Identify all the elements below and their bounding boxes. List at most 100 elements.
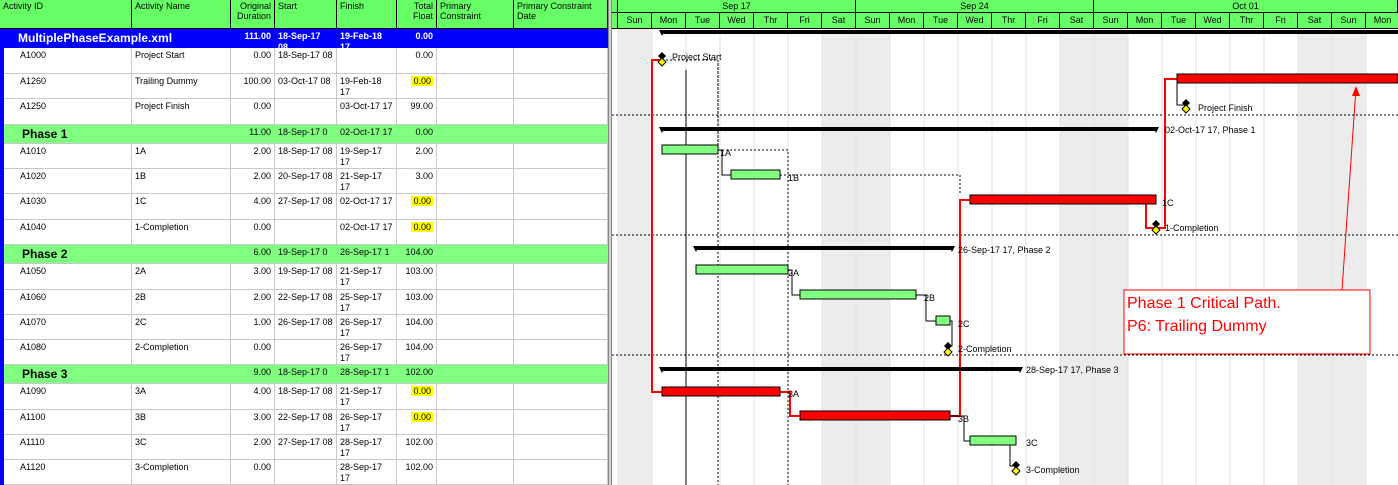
col-header-primary-constraint[interactable]: Primary Constraint bbox=[437, 0, 514, 29]
weekend-shade bbox=[1094, 29, 1128, 485]
cell-primary-constraint bbox=[437, 144, 514, 168]
cell-start: 27-Sep-17 08 bbox=[275, 435, 337, 459]
table-row[interactable]: A1020 1B 2.00 20-Sep-17 08 21-Sep-17 17 3.00 bbox=[0, 169, 608, 194]
cell-activity-id: A1040 bbox=[4, 220, 132, 244]
table-row[interactable]: A1250 Project Finish 0.00 03-Oct-17 17 99.00 bbox=[0, 99, 608, 125]
timescale-day: Fri bbox=[1264, 13, 1298, 29]
table-row[interactable]: A1060 2B 2.00 22-Sep-17 08 25-Sep-17 17 103.0… bbox=[0, 290, 608, 315]
col-header-primary-constraint-date[interactable]: Primary Constraint Date bbox=[514, 0, 608, 29]
bar-label: 2A bbox=[788, 268, 799, 278]
table-row[interactable]: A1050 2A 3.00 19-Sep-17 08 21-Sep-17 17 103.0… bbox=[0, 264, 608, 290]
bar-label: Project Finish bbox=[1198, 103, 1253, 113]
cell-primary-constraint-date bbox=[514, 29, 608, 48]
cell-start: 18-Sep-17 0 bbox=[278, 367, 328, 377]
bar-3b bbox=[799, 410, 951, 421]
cell-duration: 2.00 bbox=[231, 169, 275, 193]
cell-finish: 02-Oct-17 17 bbox=[337, 194, 397, 219]
cell-activity-id: A1090 bbox=[4, 384, 132, 409]
cell-activity-id: A1010 bbox=[4, 144, 132, 168]
table-row[interactable]: A1010 1A 2.00 18-Sep-17 08 19-Sep-17 17 2.00 bbox=[0, 144, 608, 169]
float-highlight: 0.00 bbox=[411, 412, 433, 422]
table-row[interactable]: A1100 3B 3.00 22-Sep-17 08 26-Sep-17 17 0.00 bbox=[0, 410, 608, 435]
cell-duration: 4.00 bbox=[231, 194, 275, 219]
cell-activity-name: 2B bbox=[132, 290, 231, 314]
gantt-canvas: Project Start Project Finish 02-Oct-17 17,… bbox=[612, 29, 1398, 485]
cell-activity-id: A1100 bbox=[4, 410, 132, 434]
wbs-row[interactable]: Phase 1 11.00 18-Sep-17 0 02-Oct-17 17 0.00 bbox=[0, 125, 608, 144]
bar-label: 3-Completion bbox=[1026, 465, 1080, 475]
cell-activity-name: Project Start bbox=[132, 48, 231, 73]
col-header-total-float[interactable]: Total Float bbox=[397, 0, 437, 29]
bar-label: 2-Completion bbox=[958, 344, 1012, 354]
cell-duration: 9.00 bbox=[253, 367, 271, 377]
bar-label: 1C bbox=[1162, 198, 1174, 208]
cell-activity-id: A1050 bbox=[4, 264, 132, 289]
cell-duration: 2.00 bbox=[231, 290, 275, 314]
table-row[interactable]: A1070 2C 1.00 26-Sep-17 08 26-Sep-17 17 104.0… bbox=[0, 315, 608, 340]
col-header-activity-id[interactable]: Activity ID bbox=[0, 0, 132, 29]
cell-activity-id: A1080 bbox=[4, 340, 132, 364]
cell-primary-constraint bbox=[437, 290, 514, 314]
cell-finish: 03-Oct-17 17 bbox=[337, 99, 397, 124]
table-row[interactable]: A1000 Project Start 0.00 18-Sep-17 08 0.00 bbox=[0, 48, 608, 74]
milestone-3-completion-lower bbox=[1011, 466, 1021, 476]
timescale-day: Sun bbox=[618, 13, 652, 29]
bar-label: 2B bbox=[924, 293, 935, 303]
activity-table: Activity ID Activity Name Original Durat… bbox=[0, 0, 608, 485]
weekend-shade bbox=[618, 29, 652, 485]
cell-total-float: 104.00 bbox=[397, 340, 437, 364]
project-row[interactable]: MultiplePhaseExample.xml 111.00 18-Sep-17 … bbox=[0, 29, 608, 48]
bar-label: 1A bbox=[720, 148, 731, 158]
bar-label: 3A bbox=[788, 389, 799, 399]
col-header-start[interactable]: Start bbox=[275, 0, 337, 29]
cell-primary-constraint bbox=[437, 384, 514, 409]
float-highlight: 0.00 bbox=[411, 76, 433, 86]
milestone-project-finish-lower bbox=[1181, 104, 1191, 114]
cell-primary-constraint-date bbox=[514, 365, 608, 383]
cell-finish: 21-Sep-17 17 bbox=[337, 169, 397, 193]
wbs-row[interactable]: Phase 2 6.00 19-Sep-17 0 26-Sep-17 1 104.00 bbox=[0, 245, 608, 264]
cell-primary-constraint-date bbox=[514, 144, 608, 168]
bar-1c bbox=[969, 194, 1157, 205]
cell-primary-constraint-date bbox=[514, 74, 608, 98]
cell-finish: 26-Sep-17 1 bbox=[340, 247, 390, 257]
timescale-day: Sun bbox=[1094, 13, 1128, 29]
cell-finish: 26-Sep-17 17 bbox=[337, 410, 397, 434]
timescale-day: Mon bbox=[890, 13, 924, 29]
col-header-original-duration[interactable]: Original Duration bbox=[231, 0, 275, 29]
timescale-day: Tue bbox=[686, 13, 720, 29]
cell-primary-constraint-date bbox=[514, 460, 608, 484]
summary-bar-phase1 bbox=[662, 127, 1156, 131]
timescale-day: Fri bbox=[788, 13, 822, 29]
table-row[interactable]: A1080 2-Completion 0.00 26-Sep-17 17 104.00 bbox=[0, 340, 608, 365]
timescale-day: Mon bbox=[1128, 13, 1162, 29]
wbs-row[interactable]: Phase 3 9.00 18-Sep-17 0 28-Sep-17 1 102.00 bbox=[0, 365, 608, 384]
cell-activity-name: 1-Completion bbox=[132, 220, 231, 244]
weekend-shade bbox=[1060, 29, 1094, 485]
table-row[interactable]: A1260 Trailing Dummy 100.00 03-Oct-17 08 19-… bbox=[0, 74, 608, 99]
float-highlight: 0.00 bbox=[411, 222, 433, 232]
cell-primary-constraint-date bbox=[514, 169, 608, 193]
cell-finish: 19-Feb-18 17 bbox=[337, 74, 397, 98]
float-highlight: 0.00 bbox=[411, 196, 433, 206]
cell-primary-constraint-date bbox=[514, 48, 608, 73]
cell-activity-name: 2-Completion bbox=[132, 340, 231, 364]
cell-start: 22-Sep-17 08 bbox=[275, 410, 337, 434]
table-row[interactable]: A1090 3A 4.00 18-Sep-17 08 21-Sep-17 17 0.00 bbox=[0, 384, 608, 410]
gantt-chart: Sep 17 Sep 24 Oct 01 Sun Mon Tue Wed Thr Fri Sat S… bbox=[612, 0, 1398, 485]
timescale-day: Tue bbox=[1162, 13, 1196, 29]
timescale-day: Wed bbox=[958, 13, 992, 29]
col-header-finish[interactable]: Finish bbox=[337, 0, 397, 29]
cell-total-float: 99.00 bbox=[397, 99, 437, 124]
wbs-name: MultiplePhaseExample.xml bbox=[18, 31, 173, 45]
cell-total-float: 103.00 bbox=[397, 264, 437, 289]
table-row[interactable]: A1030 1C 4.00 27-Sep-17 08 02-Oct-17 17 0.00 bbox=[0, 194, 608, 220]
table-row[interactable]: A1110 3C 2.00 27-Sep-17 08 28-Sep-17 17 102.0… bbox=[0, 435, 608, 460]
table-row[interactable]: A1040 1-Completion 0.00 02-Oct-17 17 0.00 bbox=[0, 220, 608, 245]
table-row[interactable]: A1120 3-Completion 0.00 28-Sep-17 17 102.00 bbox=[0, 460, 608, 485]
timescale-week: Sep 24 bbox=[856, 0, 1094, 13]
bar-2b bbox=[799, 289, 917, 300]
cell-start: 22-Sep-17 08 bbox=[275, 290, 337, 314]
col-header-activity-name[interactable]: Activity Name bbox=[132, 0, 231, 29]
cell-finish bbox=[337, 48, 397, 73]
